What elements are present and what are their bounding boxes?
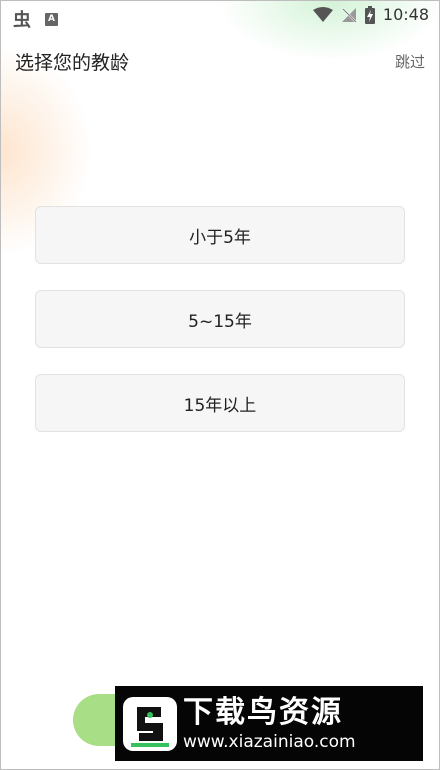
option-label: 5~15年 (188, 311, 252, 332)
app-notification-icon: 虫 (13, 10, 31, 31)
watermark-banner: 下载鸟资源 www.xiazainiao.com (115, 686, 423, 761)
option-less-than-5-years[interactable]: 小于5年 (35, 206, 405, 264)
bird-logo-icon (123, 696, 177, 751)
option-label: 小于5年 (189, 227, 251, 248)
option-over-15-years[interactable]: 15年以上 (35, 374, 405, 432)
signal-off-icon (341, 7, 357, 23)
watermark-url: www.xiazainiao.com (183, 731, 356, 752)
option-label: 15年以上 (183, 395, 257, 416)
app-screen: 虫 A 10:48 选择您的教龄 跳过 小于5年 5~15年 15年以上 下载鸟… (0, 0, 440, 770)
clock: 10:48 (382, 5, 429, 24)
page-title: 选择您的教龄 (15, 52, 130, 74)
font-notification-icon: A (45, 12, 58, 26)
battery-charging-icon (364, 5, 375, 24)
watermark-name: 下载鸟资源 (183, 694, 343, 730)
skip-button[interactable]: 跳过 (395, 51, 425, 72)
status-bar: 虫 A 10:48 (1, 1, 439, 31)
option-5-to-15-years[interactable]: 5~15年 (35, 290, 405, 348)
wifi-icon (312, 6, 333, 22)
